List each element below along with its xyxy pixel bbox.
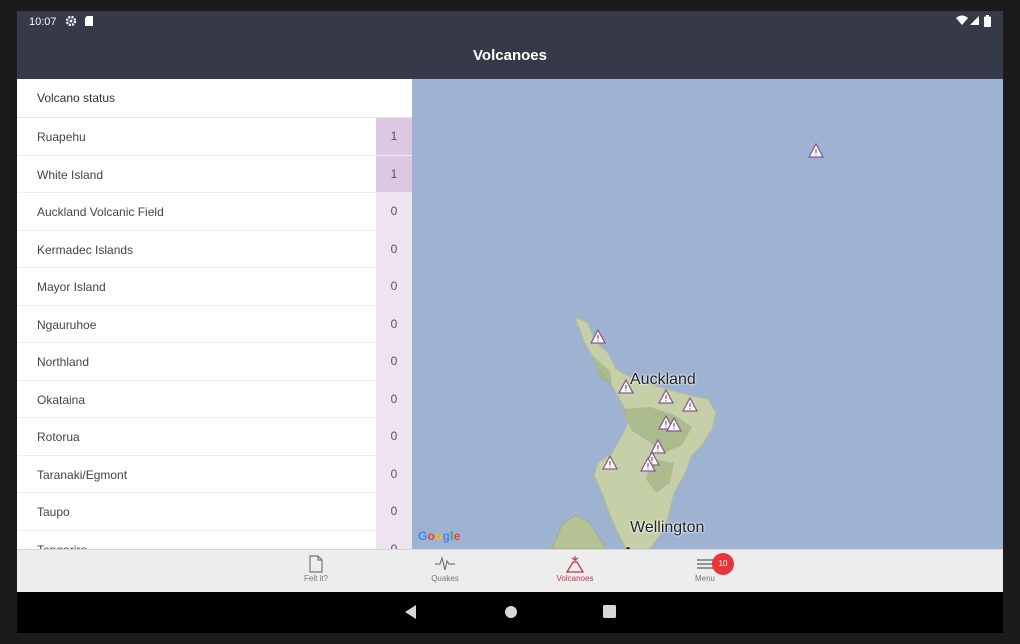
- google-logo-letter: g: [442, 529, 451, 543]
- volcano-alert-level: 0: [376, 493, 412, 530]
- volcano-row[interactable]: Kermadec Islands 0: [17, 230, 412, 268]
- volcano-name: Taupo: [37, 505, 70, 519]
- nav-label: Volcanoes: [556, 574, 594, 583]
- volcano-name: Auckland Volcanic Field: [37, 205, 164, 219]
- volcano-name: Okataina: [37, 392, 86, 407]
- volcano-row[interactable]: Tongariro0: [17, 530, 412, 549]
- volcano-name: Mayor Island: [37, 280, 106, 294]
- volcano-alert-level: 0: [376, 455, 412, 492]
- volcano-alert-level: 1: [376, 118, 412, 155]
- volcano-row[interactable]: Ruapehu 1: [17, 118, 412, 156]
- volcano-map[interactable]: Auckland Wellington Google: [412, 79, 1003, 549]
- volcano-warning-icon[interactable]: [807, 142, 825, 158]
- tablet-screen: 10:07 Volcanoes Volcano status Ruapehu 1 W…: [17, 11, 1003, 633]
- volcano-row[interactable]: White Island 1: [17, 155, 412, 193]
- volcano-name: White Island: [37, 167, 104, 182]
- map-label-wellington: Wellington: [630, 519, 705, 536]
- volcano-status-list[interactable]: Volcano status Ruapehu 1 White Island 1 Auck…: [17, 79, 412, 549]
- google-logo-letter: e: [453, 529, 461, 543]
- nav-label: Menu: [694, 574, 715, 583]
- back-icon[interactable]: [405, 605, 417, 624]
- volcano-name: Ruapehu: [37, 130, 86, 144]
- volcano-name: Ngauruhoe: [37, 317, 97, 332]
- volcano-alert-level: 0: [376, 530, 412, 549]
- volcano-alert-level: 1: [376, 155, 412, 192]
- seismograph-icon: [400, 554, 490, 574]
- nav-menu[interactable]: Menu 10: [660, 553, 750, 583]
- document-icon: [271, 554, 361, 574]
- volcano-name: Kermadec Islands: [37, 242, 134, 257]
- notification-badge: 10: [712, 553, 734, 575]
- volcano-name: Northland: [37, 355, 90, 369]
- app-bar: Volcanoes: [17, 33, 1003, 79]
- google-logo-letter: G: [418, 529, 428, 543]
- volcano-row[interactable]: Northland 0: [17, 343, 412, 381]
- google-logo-letter: o: [435, 529, 443, 543]
- volcano-alert-level: 0: [376, 193, 412, 230]
- volcano-row[interactable]: Taranaki/Egmont 0: [17, 455, 412, 493]
- status-bar: 10:07: [17, 11, 1003, 33]
- volcano-row[interactable]: Rotorua 0: [17, 418, 412, 456]
- volcano-alert-level: 0: [376, 305, 412, 342]
- gear-icon: [65, 15, 77, 30]
- system-navigation: [17, 592, 1003, 633]
- signal-icon: [970, 15, 980, 29]
- recents-icon[interactable]: [603, 605, 616, 623]
- nav-felt-it[interactable]: Felt it?: [271, 554, 361, 583]
- volcano-alert-level: 0: [376, 343, 412, 380]
- volcano-alert-level: 0: [376, 268, 412, 305]
- sd-card-icon: [84, 15, 94, 30]
- volcano-row[interactable]: Mayor Island 0: [17, 268, 412, 306]
- map-label-auckland: Auckland: [630, 371, 696, 388]
- nav-quakes[interactable]: Quakes: [400, 554, 490, 583]
- bottom-navigation: Felt it? Quakes Volcanoes Menu 10: [17, 549, 1003, 593]
- status-time: 10:07: [29, 16, 57, 28]
- map-canvas[interactable]: [412, 79, 1003, 549]
- volcano-name: Taranaki/Egmont: [37, 467, 128, 482]
- volcano-icon: [530, 554, 620, 574]
- volcano-row[interactable]: Auckland Volcanic Field 0: [17, 193, 412, 231]
- volcano-alert-level: 0: [376, 230, 412, 267]
- volcano-name: Rotorua: [37, 430, 80, 444]
- nav-label: Felt it?: [303, 574, 328, 583]
- menu-icon: [660, 554, 750, 574]
- volcano-row[interactable]: Taupo 0: [17, 493, 412, 531]
- google-logo-letter: o: [427, 529, 436, 543]
- page-title: Volcanoes: [473, 47, 547, 64]
- volcano-alert-level: 0: [376, 380, 412, 417]
- list-header: Volcano status: [17, 79, 412, 118]
- home-icon[interactable]: [504, 605, 518, 624]
- south-island-land: [551, 514, 607, 549]
- nav-label: Quakes: [431, 574, 459, 583]
- volcano-row[interactable]: Okataina 0: [17, 380, 412, 418]
- google-logo: Google: [418, 529, 461, 543]
- battery-icon: [984, 15, 991, 30]
- volcano-alert-level: 0: [376, 418, 412, 455]
- volcano-row[interactable]: Ngauruhoe 0: [17, 305, 412, 343]
- nav-volcanoes[interactable]: Volcanoes: [530, 554, 620, 583]
- wifi-icon: [956, 15, 968, 29]
